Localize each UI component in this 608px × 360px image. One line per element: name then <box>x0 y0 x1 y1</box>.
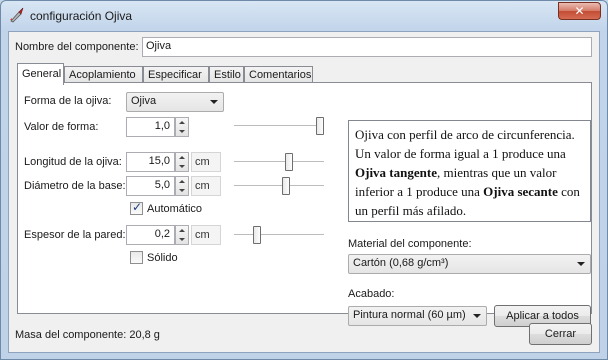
diameter-slider[interactable] <box>234 175 324 197</box>
spin-down-icon[interactable] <box>178 128 186 136</box>
dialog-window: configuración Ojiva ✕ Nombre del compone… <box>0 0 608 360</box>
close-button[interactable]: Cerrar <box>529 323 592 345</box>
chevron-down-icon <box>210 100 218 104</box>
finish-label: Acabado: <box>348 288 395 300</box>
shape-dropdown[interactable]: Ojiva <box>126 92 224 112</box>
shape-param-value[interactable]: 1,0 <box>126 117 175 137</box>
spin-up-icon[interactable] <box>178 227 186 235</box>
thickness-label: Espesor de la pared: <box>24 229 126 241</box>
component-name-label: Nombre del componente: <box>15 41 139 53</box>
length-label: Longitud de la ojiva: <box>24 156 122 168</box>
spin-down-icon[interactable] <box>178 236 186 244</box>
thickness-value[interactable]: 0,2 <box>126 225 175 245</box>
spin-up-icon[interactable] <box>178 154 186 162</box>
length-spinner[interactable]: 15,0 <box>126 152 189 172</box>
chevron-down-icon <box>473 314 481 318</box>
spin-up-icon[interactable] <box>178 119 186 127</box>
diameter-label: Diámetro de la base: <box>24 180 126 192</box>
shape-param-label: Valor de forma: <box>24 121 99 133</box>
description-secant: Ojiva secante <box>483 184 558 199</box>
diameter-value[interactable]: 5,0 <box>126 176 175 196</box>
chevron-down-icon <box>577 262 585 266</box>
thickness-unit[interactable]: cm <box>191 225 221 245</box>
dialog-body: Nombre del componente: Ojiva General Aco… <box>8 31 600 353</box>
length-unit[interactable]: cm <box>191 152 221 172</box>
description-tangent: Ojiva tangente <box>355 165 437 180</box>
component-mass: Masa del componente: 20,8 g <box>15 329 160 341</box>
spin-down-icon[interactable] <box>178 187 186 195</box>
spinner-buttons[interactable] <box>175 117 189 137</box>
component-name-input[interactable]: Ojiva <box>142 37 592 57</box>
spinner-buttons[interactable] <box>175 176 189 196</box>
length-slider[interactable] <box>234 151 324 173</box>
spin-up-icon[interactable] <box>178 178 186 186</box>
window-close-icon[interactable]: ✕ <box>558 2 601 20</box>
solid-checkbox[interactable] <box>130 251 143 264</box>
material-dropdown-value: Cartón (0,68 g/cm³) <box>353 257 449 269</box>
slider-track <box>234 234 324 236</box>
slider-track <box>234 161 324 163</box>
slider-thumb[interactable] <box>253 226 261 244</box>
tab-general[interactable]: General <box>17 63 64 85</box>
thickness-spinner[interactable]: 0,2 <box>126 225 189 245</box>
diameter-unit[interactable]: cm <box>191 176 221 196</box>
solid-label[interactable]: Sólido <box>147 252 178 264</box>
material-label: Material del componente: <box>348 238 472 250</box>
slider-track <box>234 185 324 187</box>
spin-down-icon[interactable] <box>178 163 186 171</box>
general-tab-panel: Forma de la ojiva: Ojiva Valor de forma:… <box>17 82 592 327</box>
spinner-buttons[interactable] <box>175 152 189 172</box>
shape-param-slider[interactable] <box>234 115 324 137</box>
automatic-label[interactable]: Automático <box>147 203 202 215</box>
thickness-slider[interactable] <box>234 224 324 246</box>
slider-thumb[interactable] <box>282 177 290 195</box>
length-value[interactable]: 15,0 <box>126 152 175 172</box>
diameter-spinner[interactable]: 5,0 <box>126 176 189 196</box>
material-dropdown[interactable]: Cartón (0,68 g/cm³) <box>348 254 591 274</box>
automatic-checkbox[interactable] <box>130 200 143 215</box>
rocket-app-icon <box>10 7 24 23</box>
description-text: Ojiva con perfil de arco de circunferenc… <box>355 127 575 161</box>
shape-param-spinner[interactable]: 1,0 <box>126 117 189 137</box>
shape-description: Ojiva con perfil de arco de circunferenc… <box>348 120 591 222</box>
spinner-buttons[interactable] <box>175 225 189 245</box>
slider-track <box>234 125 324 127</box>
finish-dropdown-value: Pintura normal (60 µm) <box>353 309 466 321</box>
title-bar[interactable]: configuración Ojiva ✕ <box>1 1 607 31</box>
slider-thumb[interactable] <box>285 153 293 171</box>
window-title: configuración Ojiva <box>30 9 133 23</box>
shape-label: Forma de la ojiva: <box>24 95 112 107</box>
shape-dropdown-value: Ojiva <box>131 95 157 107</box>
slider-thumb[interactable] <box>316 117 324 135</box>
finish-dropdown[interactable]: Pintura normal (60 µm) <box>348 306 487 326</box>
